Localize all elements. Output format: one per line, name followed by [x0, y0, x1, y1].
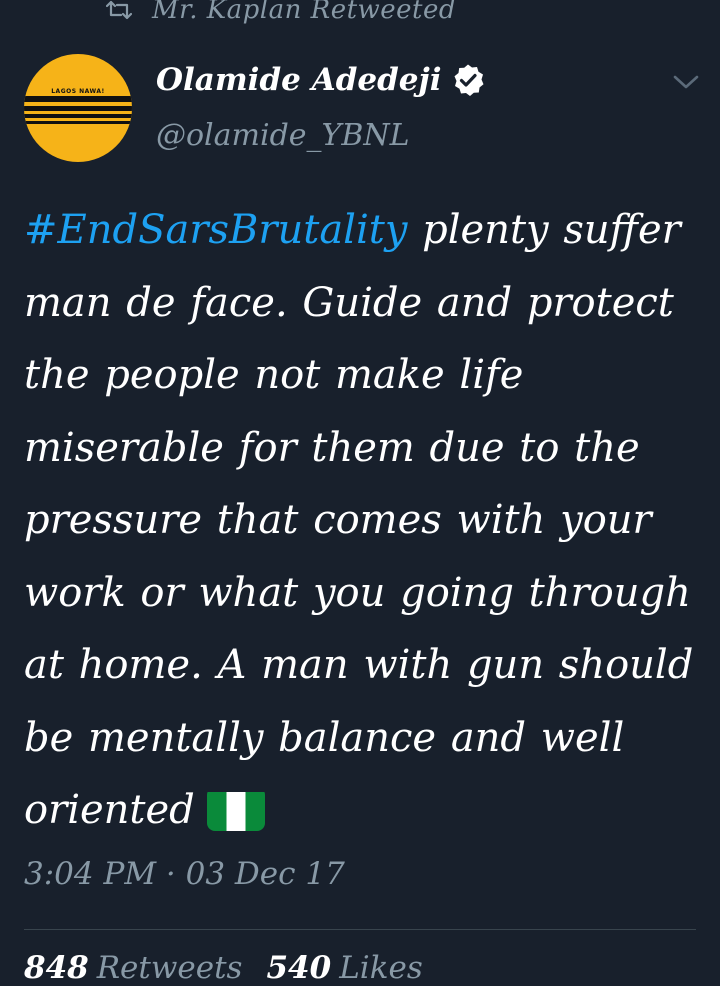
tweet-text: #EndSarsBrutality plenty suffer man de f… [24, 194, 696, 847]
tweet-body-text: plenty suffer man de face. Guide and pro… [24, 207, 694, 833]
tweet-stats: 848 Retweets 540 Likes [24, 950, 447, 986]
retweets-label[interactable]: Retweets [97, 950, 243, 986]
avatar[interactable]: LAGOS NAWA! [24, 54, 132, 162]
avatar-logo-text: LAGOS NAWA! [51, 88, 105, 95]
avatar-band [24, 121, 132, 124]
author-name-row[interactable]: Olamide Adedeji [156, 62, 485, 98]
retweets-count[interactable]: 848 [24, 950, 89, 986]
avatar-band [24, 106, 132, 111]
retweet-header[interactable]: Mr. Kaplan Retweeted [106, 0, 456, 28]
avatar-band [24, 96, 132, 102]
author-handle[interactable]: @olamide_YBNL [156, 118, 410, 153]
chevron-down-icon[interactable] [672, 72, 700, 92]
avatar-band [24, 114, 132, 118]
likes-count[interactable]: 540 [266, 950, 331, 986]
retweet-icon [106, 0, 132, 20]
retweet-label: Mr. Kaplan Retweeted [152, 0, 457, 25]
likes-label[interactable]: Likes [339, 950, 423, 986]
verified-badge-icon [454, 64, 484, 96]
nigeria-flag-icon [206, 787, 265, 831]
author-display-name[interactable]: Olamide Adedeji [156, 62, 441, 98]
hashtag-link[interactable]: #EndSarsBrutality [24, 207, 407, 253]
tweet-timestamp[interactable]: 3:04 PM · 03 Dec 17 [24, 856, 345, 892]
divider [24, 929, 696, 930]
